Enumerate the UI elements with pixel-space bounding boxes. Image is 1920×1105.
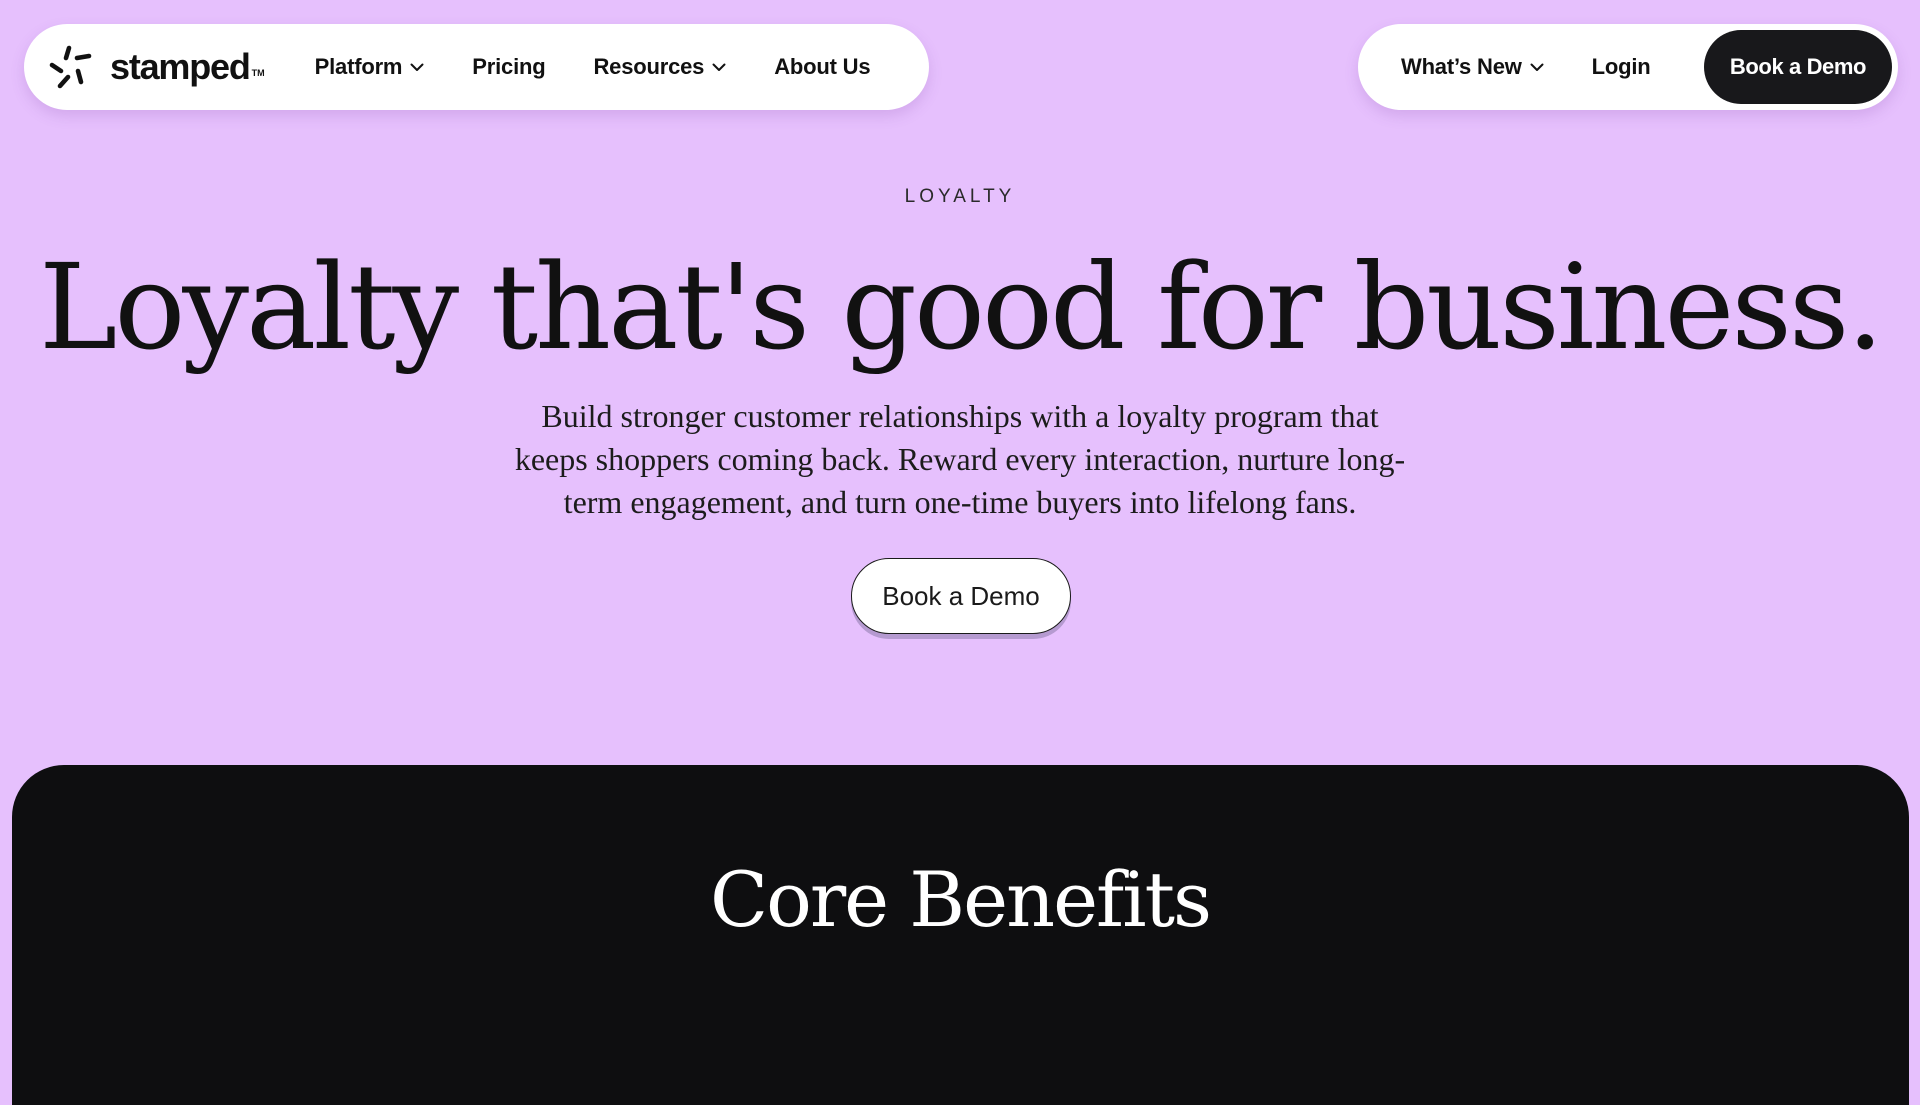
hero-subtitle-line: Build stronger customer relationships wi… (541, 398, 1379, 434)
primary-nav-links: Platform Pricing Resources About Us (315, 54, 871, 80)
core-benefits-title: Core Benefits (709, 855, 1212, 944)
nav-item-label: Platform (314, 54, 403, 79)
nav-item-login[interactable]: Login (1592, 54, 1651, 80)
secondary-nav: What’s New Login Book a Demo (1358, 24, 1898, 110)
hero-subtitle-line: keeps shoppers coming back. Reward every… (514, 441, 1406, 477)
hero-title: Loyalty that's good for business. (38, 238, 1884, 376)
section-eyebrow: LOYALTY (904, 186, 1016, 207)
nav-item-label: Pricing (472, 54, 546, 79)
nav-item-label: Resources (593, 54, 705, 79)
nav-item-about-us[interactable]: About Us (774, 54, 870, 80)
chevron-down-icon (410, 63, 424, 71)
trademark-mark: TM (251, 68, 265, 78)
brand-name: stamped (110, 46, 251, 87)
hero-subtitle-line: term engagement, and turn one-time buyer… (563, 484, 1357, 520)
nav-item-label: What’s New (1401, 54, 1522, 79)
chevron-down-icon (712, 63, 726, 71)
starburst-logo-icon (49, 45, 92, 89)
nav-item-label: Login (1591, 54, 1651, 79)
nav-item-resources[interactable]: Resources (593, 54, 726, 80)
main-nav: stamped TM Platform Pricing Resources Ab… (24, 24, 929, 110)
book-demo-nav-button[interactable]: Book a Demo (1704, 30, 1892, 104)
hero-subtitle: Build stronger customer relationships wi… (470, 395, 1450, 524)
nav-item-platform[interactable]: Platform (315, 54, 425, 80)
nav-item-whats-new[interactable]: What’s New (1401, 54, 1544, 80)
nav-item-label: About Us (774, 54, 871, 79)
nav-item-pricing[interactable]: Pricing (472, 54, 545, 80)
chevron-down-icon (1530, 63, 1544, 71)
book-demo-hero-button[interactable]: Book a Demo (851, 558, 1071, 634)
stamped-logo[interactable]: stamped TM (48, 44, 265, 90)
